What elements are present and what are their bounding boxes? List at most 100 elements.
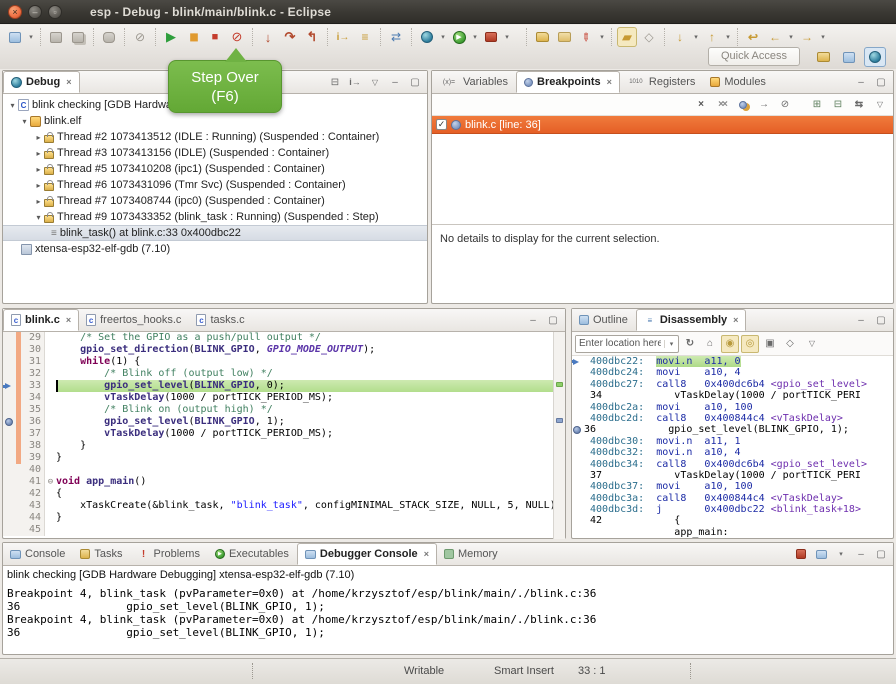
tab-debugger-console[interactable]: Debugger Console × [297, 543, 437, 565]
open-folder-button[interactable] [554, 27, 574, 47]
mark-occurrences-button[interactable]: ▰ [617, 27, 637, 47]
skip-all-breakpoints-toggle[interactable]: ⊘ [776, 96, 794, 114]
sync-context-button[interactable]: ◎ [741, 335, 759, 353]
tab-variables[interactable]: (x)= Variables [432, 71, 516, 93]
external-tools-dropdown[interactable]: ▾ [502, 27, 512, 47]
console-output[interactable]: blink checking [GDB Hardware Debugging] … [3, 566, 893, 655]
thread-row[interactable]: ▾ Thread #9 1073433352 (blink_task : Run… [3, 209, 427, 225]
thread-row[interactable]: ▸ Thread #2 1073413512 (IDLE : Running) … [3, 129, 427, 145]
resource-perspective-button[interactable] [838, 47, 860, 67]
code-editor[interactable]: 29 /* Set the GPIO as a push/pull output… [3, 332, 565, 539]
maximize-icon[interactable]: ▢ [872, 73, 890, 91]
view-menu-icon[interactable]: ▽ [871, 96, 889, 114]
java-perspective-button[interactable] [812, 47, 834, 67]
window-maximize-button[interactable]: ▫ [48, 5, 62, 19]
disassembly-listing[interactable]: 400dbc22: movi.n a11, 0 400dbc24: movi a… [572, 356, 893, 538]
last-edit-location-button[interactable]: ↩ [743, 27, 763, 47]
track-pc-button[interactable]: ◉ [721, 335, 739, 353]
tab-console[interactable]: Console [3, 543, 73, 565]
expander-icon[interactable]: ▾ [33, 213, 44, 222]
thread-row[interactable]: ▸ Thread #6 1073431096 (Tmr Svc) (Suspen… [3, 177, 427, 193]
forward-dropdown[interactable]: ▾ [818, 27, 828, 47]
tab-executables[interactable]: ▶ Executables [208, 543, 297, 565]
tab-modules[interactable]: Modules [703, 71, 774, 93]
tab-disassembly[interactable]: ≡ Disassembly × [636, 309, 747, 331]
remove-all-breakpoints-button[interactable]: ×× [713, 96, 731, 114]
back-dropdown[interactable]: ▾ [786, 27, 796, 47]
expander-icon[interactable]: ▸ [33, 165, 44, 174]
forward-button[interactable]: → [797, 27, 817, 47]
tab-tasks-c[interactable]: c tasks.c [189, 309, 252, 331]
stack-frame-row[interactable]: ≡ blink_task() at blink.c:33 0x400dbc22 [3, 225, 427, 241]
collapse-all-button[interactable]: ⊟ [326, 73, 344, 91]
maximize-icon[interactable]: ▢ [872, 311, 890, 329]
link-with-debug-button[interactable]: ⇆ [850, 96, 868, 114]
remove-breakpoint-button[interactable]: × [692, 96, 710, 114]
open-new-view-button[interactable]: ▣ [761, 335, 779, 353]
tab-outline[interactable]: Outline [572, 309, 636, 331]
tab-registers[interactable]: 1010 Registers [620, 71, 703, 93]
expand-all-button[interactable]: ⊞ [808, 96, 826, 114]
tab-memory[interactable]: Memory [437, 543, 506, 565]
pin-view-button[interactable]: ◇ [781, 335, 799, 353]
minimize-icon[interactable]: – [524, 311, 542, 329]
window-close-button[interactable]: × [8, 5, 22, 19]
previous-annotation-button[interactable]: ↑ [702, 27, 722, 47]
show-breakpoints-supported-button[interactable] [734, 96, 752, 114]
save-button[interactable] [46, 27, 66, 47]
tab-debug[interactable]: Debug × [3, 71, 80, 93]
skip-all-breakpoints-button[interactable]: ⊘ [130, 27, 150, 47]
resume-button[interactable]: ▶ [161, 27, 181, 47]
thread-row[interactable]: ▸ Thread #7 1073408744 (ipc0) (Suspended… [3, 193, 427, 209]
suspend-button[interactable]: ▮▮ [183, 27, 203, 47]
back-button[interactable]: ← [765, 27, 785, 47]
run-dropdown[interactable]: ▾ [470, 27, 480, 47]
view-menu-icon[interactable]: ▽ [803, 335, 821, 353]
run-button[interactable]: ▶ [449, 27, 469, 47]
expander-icon[interactable]: ▾ [19, 117, 30, 126]
step-return-button[interactable]: ↰ [302, 27, 322, 47]
tab-blink-c[interactable]: c blink.c × [3, 309, 79, 331]
maximize-icon[interactable]: ▢ [406, 73, 424, 91]
pin-editor-button[interactable]: ◇ [639, 27, 659, 47]
step-into-button[interactable]: ↓ [258, 27, 278, 47]
new-wizard-button[interactable] [5, 27, 25, 47]
close-icon[interactable]: × [66, 315, 71, 325]
run-to-line-button[interactable]: i→ [333, 27, 353, 47]
thread-row[interactable]: ▸ Thread #5 1073410208 (ipc1) (Suspended… [3, 161, 427, 177]
open-element-button[interactable]: ✎ [576, 27, 596, 47]
goto-file-button[interactable]: → [755, 96, 773, 114]
expander-icon[interactable]: ▸ [33, 197, 44, 206]
tab-tasks[interactable]: Tasks [73, 543, 130, 565]
window-minimize-button[interactable]: – [28, 5, 42, 19]
refresh-view-button[interactable]: ↻ [681, 335, 699, 353]
breakpoint-item[interactable]: ✓ blink.c [line: 36] [432, 116, 893, 134]
close-icon[interactable]: × [607, 77, 612, 87]
instruction-stepping-toggle[interactable]: i→ [346, 73, 364, 91]
tab-freertos-hooks-c[interactable]: c freertos_hooks.c [79, 309, 189, 331]
thread-row[interactable]: ▸ Thread #3 1073413156 (IDLE) (Suspended… [3, 145, 427, 161]
chevron-down-icon[interactable]: ▾ [832, 545, 850, 563]
minimize-icon[interactable]: – [852, 311, 870, 329]
maximize-icon[interactable]: ▢ [872, 545, 890, 563]
minimize-icon[interactable]: – [386, 73, 404, 91]
minimize-icon[interactable]: – [852, 545, 870, 563]
breakpoint-checkbox[interactable]: ✓ [436, 119, 447, 130]
terminate-button[interactable]: ■ [205, 27, 225, 47]
expander-icon[interactable]: ▸ [33, 181, 44, 190]
fold-collapse-icon[interactable]: ⊖ [45, 476, 56, 488]
expander-icon[interactable]: ▾ [7, 101, 18, 110]
target-row[interactable]: ▾ blink.elf [3, 113, 427, 129]
expander-icon[interactable]: ▸ [33, 149, 44, 158]
instruction-stepping-button[interactable]: ⇄ [386, 27, 406, 47]
new-console-button[interactable] [532, 27, 552, 47]
step-over-button[interactable]: ↷ [280, 27, 300, 47]
debug-button[interactable] [417, 27, 437, 47]
new-wizard-dropdown[interactable]: ▾ [26, 27, 36, 47]
save-all-button[interactable] [68, 27, 88, 47]
close-icon[interactable]: × [733, 315, 738, 325]
build-button[interactable] [99, 27, 119, 47]
external-tools-button[interactable] [481, 27, 501, 47]
debug-perspective-button[interactable] [864, 47, 886, 67]
tab-problems[interactable]: ! Problems [130, 543, 207, 565]
